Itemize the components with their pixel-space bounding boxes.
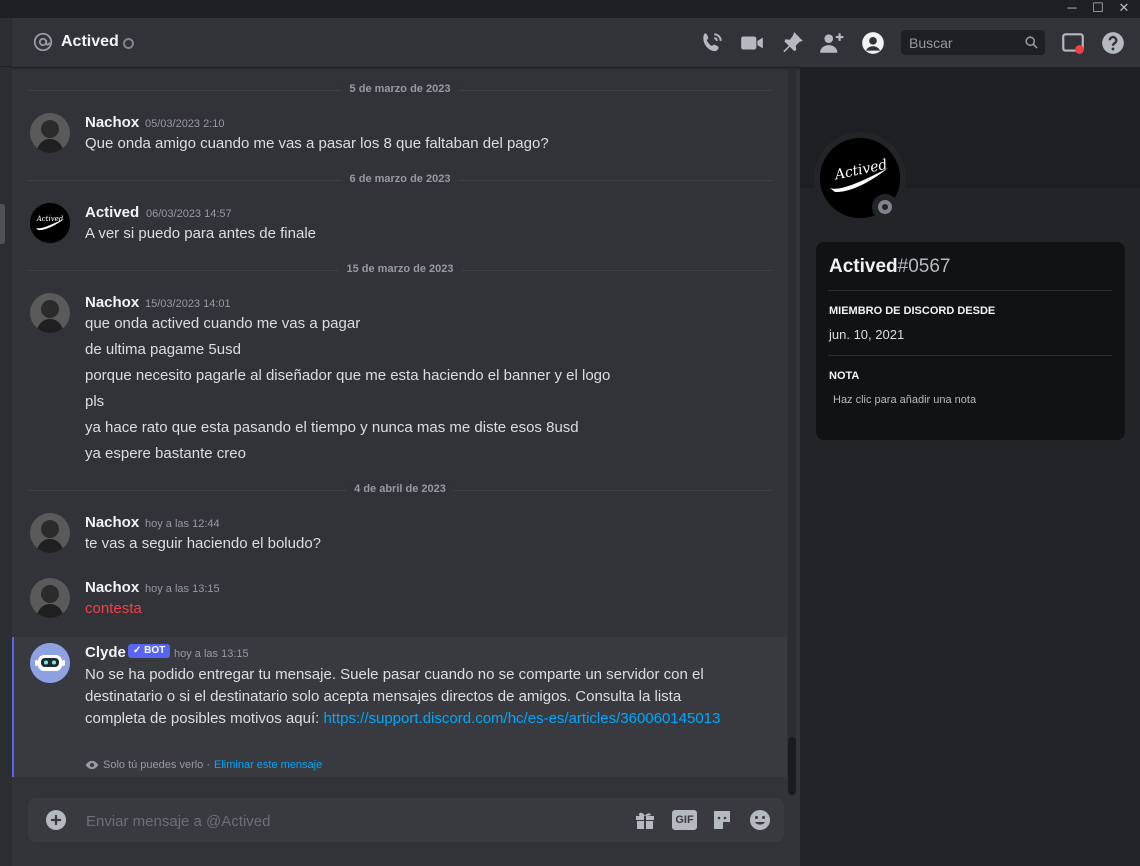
profile-divider: [828, 290, 1112, 291]
message-list[interactable]: 5 de marzo de 2023 Nachox 05/03/2023 2:1…: [12, 68, 800, 795]
search-icon: [1025, 36, 1038, 49]
maximize-button[interactable]: ☐: [1085, 0, 1111, 18]
avatar-nachox[interactable]: [30, 513, 70, 553]
message-composer: GIF: [28, 798, 784, 842]
add-attachment-icon[interactable]: [44, 808, 68, 832]
call-icon[interactable]: [699, 30, 725, 56]
avatar-nachox[interactable]: [30, 113, 70, 153]
inbox-icon[interactable]: [1060, 30, 1086, 56]
note-input[interactable]: Haz clic para añadir una nota: [833, 394, 976, 406]
window-title-bar: ─ ☐ ✕: [0, 0, 1140, 18]
note-label: NOTA: [829, 370, 860, 382]
scrollbar-thumb[interactable]: [788, 737, 796, 795]
channel-title[interactable]: Actived: [61, 33, 119, 51]
minimize-button[interactable]: ─: [1059, 0, 1085, 18]
message-text: A ver si puedo para antes de finale: [85, 225, 316, 242]
only-you-label: Solo tú puedes verlo ·: [103, 759, 211, 771]
sidebar-divider: [0, 66, 12, 67]
date-divider: 5 de marzo de 2023: [28, 83, 772, 95]
help-icon[interactable]: [1100, 30, 1126, 56]
message-author[interactable]: Nachox: [85, 294, 139, 311]
date-divider: 6 de marzo de 2023: [28, 173, 772, 185]
video-call-icon[interactable]: [739, 30, 765, 56]
message-timestamp: hoy a las 13:15: [174, 648, 249, 660]
date-divider: 4 de abril de 2023: [28, 483, 772, 495]
message-text: Que onda amigo cuando me vas a pasar los…: [85, 135, 549, 152]
emoji-icon[interactable]: [748, 808, 772, 832]
message-text: porque necesito pagarle al diseñador que…: [85, 367, 611, 384]
gift-icon[interactable]: [633, 808, 657, 832]
profile-card: Actived#0567 MIEMBRO DE DISCORD DESDE ju…: [816, 242, 1125, 440]
profile-discriminator: #0567: [897, 256, 951, 277]
profile-divider: [828, 355, 1112, 356]
sticker-icon[interactable]: [710, 808, 734, 832]
svg-text:Actived: Actived: [36, 215, 64, 223]
ephemeral-notice: Solo tú puedes verlo · Eliminar este men…: [85, 758, 322, 772]
message-text: ya hace rato que esta pasando el tiempo …: [85, 419, 579, 436]
close-window-button[interactable]: ✕: [1111, 0, 1137, 18]
avatar-nachox[interactable]: [30, 578, 70, 618]
message-author[interactable]: Nachox: [85, 114, 139, 131]
profile-username: Actived#0567: [829, 256, 951, 277]
pin-icon[interactable]: [779, 30, 805, 56]
avatar-nachox[interactable]: [30, 293, 70, 333]
at-sign-icon: [33, 32, 53, 52]
message-input[interactable]: [84, 809, 588, 833]
user-profile-icon[interactable]: [860, 30, 886, 56]
offline-status-icon: [123, 38, 134, 49]
avatar-actived[interactable]: Actived: [30, 203, 70, 243]
message-timestamp: hoy a las 12:44: [145, 518, 220, 530]
message-author[interactable]: Actived: [85, 204, 139, 221]
message-author[interactable]: Nachox: [85, 514, 139, 531]
offline-status-icon: [878, 200, 892, 214]
eye-icon: [85, 760, 99, 770]
gif-icon[interactable]: GIF: [672, 810, 697, 830]
message-timestamp: 06/03/2023 14:57: [146, 208, 232, 220]
message-timestamp: hoy a las 13:15: [145, 583, 220, 595]
bot-badge: ✓ BOT: [128, 644, 171, 658]
system-message-text: No se ha podido entregar tu mensaje. Sue…: [85, 666, 721, 727]
search-box[interactable]: [901, 30, 1045, 55]
member-since-label: MIEMBRO DE DISCORD DESDE: [829, 305, 996, 317]
message-text: de ultima pagame 5usd: [85, 341, 241, 358]
message-author[interactable]: Clyde: [85, 644, 126, 661]
message-text: pls: [85, 393, 105, 410]
selected-dm-indicator: [0, 204, 5, 244]
scrollbar-track[interactable]: [788, 68, 796, 782]
date-divider: 15 de marzo de 2023: [28, 263, 772, 275]
avatar-clyde[interactable]: [30, 643, 70, 683]
message-timestamp: 05/03/2023 2:10: [145, 118, 225, 130]
member-since-value: jun. 10, 2021: [829, 327, 905, 342]
message-text: te vas a seguir haciendo el boludo?: [85, 535, 322, 552]
message-timestamp: 15/03/2023 14:01: [145, 298, 231, 310]
message-author[interactable]: Nachox: [85, 579, 139, 596]
support-link[interactable]: https://support.discord.com/hc/es-es/art…: [323, 710, 720, 727]
message-text: ya espere bastante creo: [85, 445, 246, 462]
message-text: que onda actived cuando me vas a pagar: [85, 315, 361, 332]
search-input[interactable]: [907, 32, 1023, 54]
highlight-bar: [12, 637, 14, 777]
channel-header: Actived: [12, 18, 1140, 68]
add-friend-icon[interactable]: [819, 30, 845, 56]
delete-message-link[interactable]: Eliminar este mensaje: [214, 759, 322, 771]
user-profile-panel: Actived Actived#0567 MIEMBRO DE DISCORD …: [800, 68, 1140, 866]
dm-sidebar-edge: [0, 18, 12, 866]
message-text: contesta: [85, 600, 142, 617]
